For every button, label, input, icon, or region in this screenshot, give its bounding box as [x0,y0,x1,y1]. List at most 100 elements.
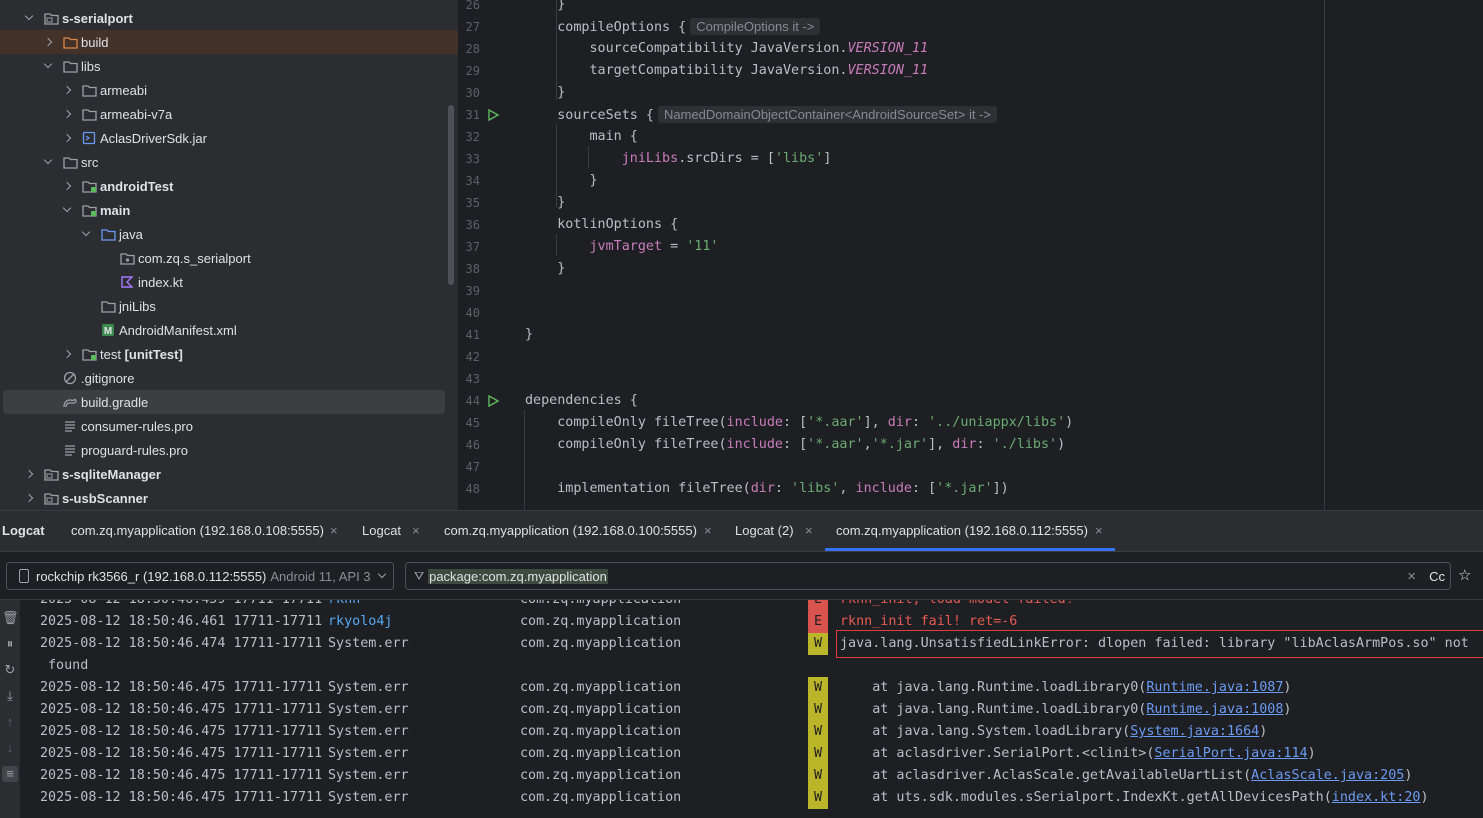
match-case-button[interactable]: Cc [1429,569,1445,584]
chevron-right-icon[interactable] [23,467,37,481]
tree-item-libs[interactable]: libs [0,54,458,78]
log-package: com.zq.myapplication [520,768,682,783]
chevron-right-icon[interactable] [23,491,37,505]
run-gutter-icon[interactable] [486,394,500,408]
chevron-down-icon[interactable] [61,203,75,217]
run-gutter-icon[interactable] [486,108,500,122]
tree-item-src[interactable]: src [0,150,458,174]
log-row[interactable]: found [20,655,1483,677]
tree-item-index-kt[interactable]: index.kt [0,270,458,294]
log-message-end: ) [1283,702,1292,717]
tree-item-jnilibs[interactable]: jniLibs [0,294,458,318]
close-tab-icon[interactable]: × [704,523,712,538]
chevron-down-icon[interactable] [23,11,37,25]
tree-item-main[interactable]: main [0,198,458,222]
tree-item-s-serialport[interactable]: s-serialport [0,6,458,30]
log-timestamp: 2025-08-12 18:50:46.475 17711-17711 [40,768,323,783]
tree-item-armeabi-v7a[interactable]: armeabi-v7a [0,102,458,126]
gradle-icon [62,394,78,410]
log-row[interactable]: 2025-08-12 18:50:46.475 17711-17711 Syste… [20,743,1483,765]
log-row[interactable]: 2025-08-12 18:50:46.475 17711-17711 Syste… [20,787,1483,809]
chevron-down-icon[interactable] [42,59,56,73]
chevron-down-icon[interactable] [42,155,56,169]
stack-trace-link[interactable]: AclasScale.java:205 [1251,768,1404,783]
device-selector[interactable]: rockchip rk3566_r (192.168.0.112:5555) A… [6,562,394,590]
chevron-right-icon[interactable] [61,347,75,361]
tree-item-label: index.kt [138,274,183,290]
chevron-right-icon[interactable] [61,83,75,97]
stack-trace-link[interactable]: Runtime.java:1008 [1146,702,1283,717]
tree-item-label: androidTest [100,178,174,194]
tree-item-test-unittest[interactable]: test [unitTest] [0,342,458,366]
log-row[interactable]: 2025-08-12 18:50:46.475 17711-17711 Syste… [20,699,1483,721]
tree-item-java[interactable]: java [0,222,458,246]
log-row[interactable]: 2025-08-12 18:50:46.475 17711-17711 Syste… [20,677,1483,699]
clear-filter-icon[interactable]: × [1407,568,1416,585]
tree-item-label: build [81,34,109,50]
restart-icon[interactable]: ↻ [2,662,18,678]
tab-active-logcat[interactable]: com.zq.myapplication (192.168.0.112:5555… [836,523,1088,538]
code-line: compileOptions {CompileOptions it -> [525,16,821,38]
log-row[interactable]: 2025-08-12 18:50:46.475 17711-17711 Syste… [20,765,1483,787]
pause-icon[interactable]: ⏸ [2,636,18,652]
stack-trace-link[interactable]: System.java:1664 [1130,724,1259,739]
soft-wrap-icon[interactable]: ≡ [2,766,18,782]
tab-logcat-4[interactable]: Logcat (2) [735,523,794,538]
log-tag: System.err [328,680,409,695]
logcat-filter[interactable]: ⛛ package:com.zq.myapplication × Cc [405,562,1451,590]
close-tab-icon[interactable]: × [805,523,813,538]
tree-item-label: AclasDriverSdk.jar [100,130,207,146]
log-level-badge: W [808,677,828,699]
tree-scrollbar[interactable] [448,105,454,285]
tab-logcat-2[interactable]: Logcat [362,523,401,538]
chevron-right-icon[interactable] [61,179,75,193]
tree-item-s-usbscanner[interactable]: s-usbScanner [0,486,458,510]
close-tab-icon[interactable]: × [1095,523,1103,538]
tree-item-s-sqlitemanager[interactable]: s-sqliteManager [0,462,458,486]
tree-item-androidtest[interactable]: androidTest [0,174,458,198]
star-icon[interactable]: ☆ [1458,566,1471,584]
gitignore-icon [62,370,78,386]
tree-item-label: libs [81,58,101,74]
stack-trace-link[interactable]: SerialPort.java:114 [1154,746,1307,761]
tree-item-com-zq-s-serialport[interactable]: com.zq.s_serialport [0,246,458,270]
close-tab-icon[interactable]: × [412,523,420,538]
logcat-output[interactable]: 2025-08-12 18:50:46.459 17711-17711 rknn c… [20,600,1483,818]
inlay-hint[interactable]: CompileOptions it -> [690,18,821,35]
chevron-down-icon[interactable] [80,227,94,241]
chevron-right-icon[interactable] [61,107,75,121]
log-message: at java.lang.System.loadLibrary(System.j… [840,721,1267,743]
tree-item-aclasdriversdk-jar[interactable]: AclasDriverSdk.jar [0,126,458,150]
down-arrow-icon[interactable]: ↓ [2,740,18,756]
log-row[interactable]: 2025-08-12 18:50:46.475 17711-17711 Syste… [20,721,1483,743]
log-row[interactable]: 2025-08-12 18:50:46.461 17711-17711 rkyol… [20,611,1483,633]
tree-item-consumer-rules-pro[interactable]: consumer-rules.pro [0,414,458,438]
filter-query[interactable]: package:com.zq.myapplication [428,568,608,584]
inlay-hint[interactable]: NamedDomainObjectContainer<AndroidSource… [658,106,997,123]
tree-item-proguard-rules-pro[interactable]: proguard-rules.pro [0,438,458,462]
tab-logcat-3[interactable]: com.zq.myapplication (192.168.0.100:5555… [444,523,697,538]
tree-item-label: jniLibs [119,298,156,314]
code-editor[interactable]: 26 } 27 compileOptions {CompileOptions it… [458,0,1483,510]
scroll-to-end-icon[interactable]: ⤓ [2,688,18,704]
up-arrow-icon[interactable]: ↑ [2,714,18,730]
tab-logcat-0[interactable]: Logcat [2,523,45,538]
tree-item-androidmanifest-xml[interactable]: M AndroidManifest.xml [0,318,458,342]
tree-item-build-gradle[interactable]: build.gradle [3,390,445,414]
trash-icon[interactable]: 🗑 [2,610,19,626]
tree-item-build[interactable]: build [0,30,458,54]
tree-item-gitignore[interactable]: .gitignore [0,366,458,390]
log-row[interactable]: 2025-08-12 18:50:46.459 17711-17711 rknn c… [20,600,1483,611]
tab-logcat-1[interactable]: com.zq.myapplication (192.168.0.108:5555… [71,523,324,538]
stack-trace-link[interactable]: index.kt:20 [1332,790,1421,805]
line-number: 27 [465,20,480,34]
chevron-right-icon[interactable] [61,131,75,145]
log-level-badge: E [808,600,828,611]
chevron-right-icon[interactable] [42,35,56,49]
close-tab-icon[interactable]: × [330,523,338,538]
tree-item-armeabi[interactable]: armeabi [0,78,458,102]
line-number: 47 [465,460,480,474]
stack-trace-link[interactable]: Runtime.java:1087 [1146,680,1283,695]
log-row[interactable]: 2025-08-12 18:50:46.474 17711-17711 Syste… [20,633,1483,655]
